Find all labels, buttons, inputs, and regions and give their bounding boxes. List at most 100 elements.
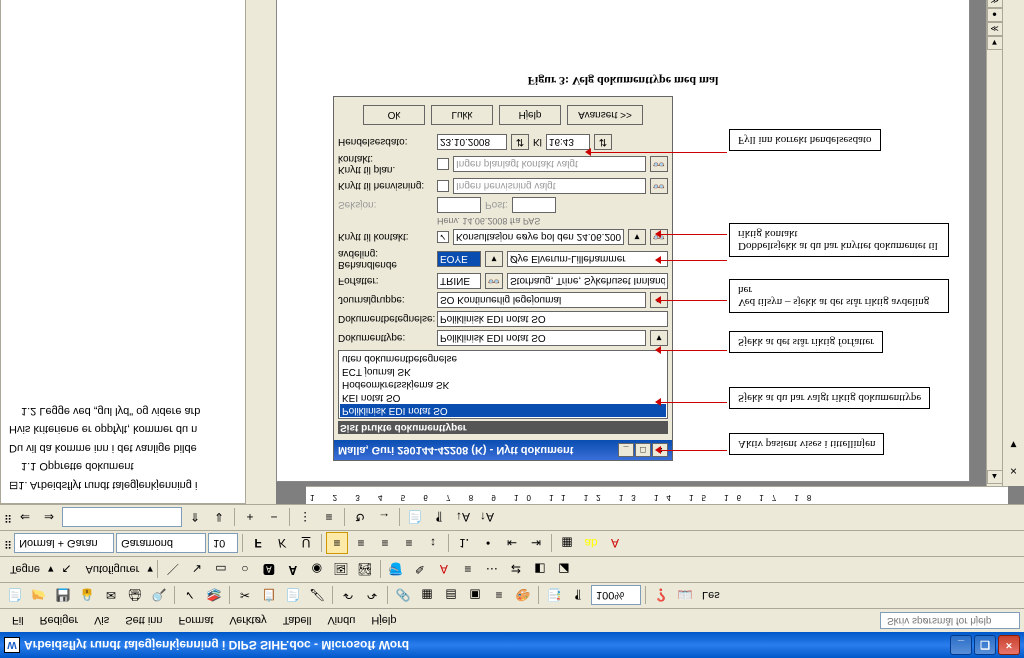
arrow-icon[interactable]: ↘ [186, 559, 208, 581]
taskpane-options-icon[interactable]: ▾ [1003, 434, 1024, 456]
docmap-icon[interactable]: 📑 [543, 585, 565, 607]
ok-button[interactable]: Ok [363, 105, 425, 125]
spellcheck-icon[interactable]: ✓ [179, 585, 201, 607]
align-left-icon[interactable]: ≡ [326, 533, 348, 555]
lukk-button[interactable]: Lukk [431, 105, 493, 125]
list-item[interactable]: uten dokumentbetegnelse [340, 352, 666, 365]
show-formatting-icon[interactable]: ¶ [428, 507, 450, 529]
increase-indent-icon[interactable]: ⇥ [525, 533, 547, 555]
close-button[interactable]: × [998, 635, 1020, 655]
binoculars-icon[interactable]: 👓 [485, 273, 503, 289]
binoculars-icon[interactable]: 👓 [650, 178, 668, 194]
move-down-icon[interactable]: ⇓ [208, 507, 230, 529]
font-color-icon[interactable]: A [433, 559, 455, 581]
highlight-icon[interactable]: ab [580, 533, 602, 555]
bullets-icon[interactable]: • [477, 533, 499, 555]
kontakt-input[interactable] [453, 229, 624, 245]
decrease-indent-icon[interactable]: ⇤ [501, 533, 523, 555]
list-item[interactable]: ECT journal SK [340, 365, 666, 378]
menu-tools[interactable]: Verktøy [221, 612, 274, 630]
picture-icon[interactable]: 🏞 [354, 559, 376, 581]
minimize-button[interactable]: _ [950, 635, 972, 655]
3d-icon[interactable]: ◪ [553, 559, 575, 581]
line-style-icon[interactable]: ≡ [457, 559, 479, 581]
master-doc-icon[interactable]: 📄 [404, 507, 426, 529]
menu-file[interactable]: Fil [4, 612, 32, 630]
save-icon[interactable]: 💾 [52, 585, 74, 607]
line-spacing-icon[interactable]: ↕ [422, 533, 444, 555]
show-first-line-icon[interactable]: ≡ [318, 507, 340, 529]
henvisning-input[interactable] [453, 178, 646, 194]
dokumenttype-input[interactable] [437, 330, 646, 346]
show-hide-icon[interactable]: ¶ [567, 585, 589, 607]
demote-icon[interactable]: ⇒ [38, 507, 60, 529]
oval-icon[interactable]: ○ [234, 559, 256, 581]
menu-view[interactable]: Vis [86, 612, 117, 630]
font-combo[interactable] [116, 534, 206, 554]
align-right-icon[interactable]: ≡ [374, 533, 396, 555]
size-combo[interactable] [208, 534, 238, 554]
journalgruppe-input[interactable] [437, 292, 646, 308]
menu-window[interactable]: Vindu [319, 612, 363, 630]
print-icon[interactable]: 🖨 [124, 585, 146, 607]
horizontal-ruler[interactable]: 1 2 3 4 5 6 7 8 9 10 11 12 13 14 15 16 1… [306, 486, 1008, 504]
textbox-icon[interactable]: 🅰 [258, 559, 280, 581]
update-toc-icon[interactable]: ↻ [349, 507, 371, 529]
sort-asc-icon[interactable]: ↓A [452, 507, 474, 529]
dropdown-icon[interactable]: ▾ [628, 229, 646, 245]
drawing-icon[interactable]: 🎨 [512, 585, 534, 607]
justify-icon[interactable]: ≡ [398, 533, 420, 555]
vertical-ruler[interactable] [246, 0, 276, 486]
avdeling-code-input[interactable] [437, 251, 481, 267]
outline-item[interactable]: Du vil da komme inn i det vanlige bilde [9, 440, 237, 457]
prev-page-icon[interactable]: ≪ [987, 22, 1003, 36]
menu-table[interactable]: Tabell [275, 612, 320, 630]
columns-icon[interactable]: ≡ [488, 585, 510, 607]
scroll-up-icon[interactable]: ▲ [987, 470, 1003, 484]
autoshapes-menu[interactable]: Autofigurer [80, 564, 146, 576]
help-icon[interactable]: ❓ [650, 585, 672, 607]
email-icon[interactable]: ✉ [100, 585, 122, 607]
excel-icon[interactable]: ▣ [464, 585, 486, 607]
cut-icon[interactable]: ✂ [234, 585, 256, 607]
research-icon[interactable]: 📚 [203, 585, 225, 607]
wordart-icon[interactable]: 𝐀 [282, 559, 304, 581]
collapse-icon[interactable]: − [263, 507, 285, 529]
dropdown-icon[interactable]: ▾ [485, 251, 503, 267]
show-level-icon[interactable]: ⋮ [294, 507, 316, 529]
move-up-icon[interactable]: ⇑ [184, 507, 206, 529]
borders-icon[interactable]: ▦ [556, 533, 578, 555]
hyperlink-icon[interactable]: 🔗 [392, 585, 414, 607]
font-color2-icon[interactable]: A [604, 533, 626, 555]
line-icon[interactable]: ＼ [162, 559, 184, 581]
underline-icon[interactable]: U [295, 533, 317, 555]
vertical-scrollbar[interactable]: ▲ ▼ ≪ ● ≫ [986, 0, 1002, 486]
paste-icon[interactable]: 📄 [282, 585, 304, 607]
select-objects-icon[interactable]: ↖ [56, 559, 78, 581]
avdeling-name-input[interactable] [507, 251, 668, 267]
redo-icon[interactable]: ↷ [361, 585, 383, 607]
promote-icon[interactable]: ⇐ [14, 507, 36, 529]
diagram-icon[interactable]: ◉ [306, 559, 328, 581]
kontakt-checkbox[interactable]: ✓ [437, 231, 449, 243]
date-spinner-icon[interactable]: ⇵ [511, 134, 529, 150]
menu-help[interactable]: Hjelp [363, 612, 404, 630]
list-item[interactable]: KEI notat SO [340, 391, 666, 404]
clipart-icon[interactable]: 🖼 [330, 559, 352, 581]
rectangle-icon[interactable]: ▭ [210, 559, 232, 581]
menu-edit[interactable]: Rediger [32, 612, 87, 630]
list-item[interactable]: Hodeomkretsskjema SK [340, 378, 666, 391]
copy-icon[interactable]: 📋 [258, 585, 280, 607]
read-icon[interactable]: 📖 [674, 585, 696, 607]
list-item[interactable]: Poliklinisk EDI notat SO [340, 404, 666, 417]
shadow-icon[interactable]: ◧ [529, 559, 551, 581]
zoom-combo[interactable] [591, 586, 641, 606]
time-spinner-icon[interactable]: ⇵ [594, 134, 612, 150]
read-label[interactable]: Les [698, 590, 724, 602]
dokbetegnelse-input[interactable] [437, 311, 668, 327]
insert-table-icon[interactable]: ▤ [440, 585, 462, 607]
forfatter-code-input[interactable] [437, 273, 481, 289]
dialog-minimize-icon[interactable]: _ [618, 443, 634, 457]
new-doc-icon[interactable]: 📄 [4, 585, 26, 607]
plankontakt-checkbox[interactable] [437, 158, 449, 170]
